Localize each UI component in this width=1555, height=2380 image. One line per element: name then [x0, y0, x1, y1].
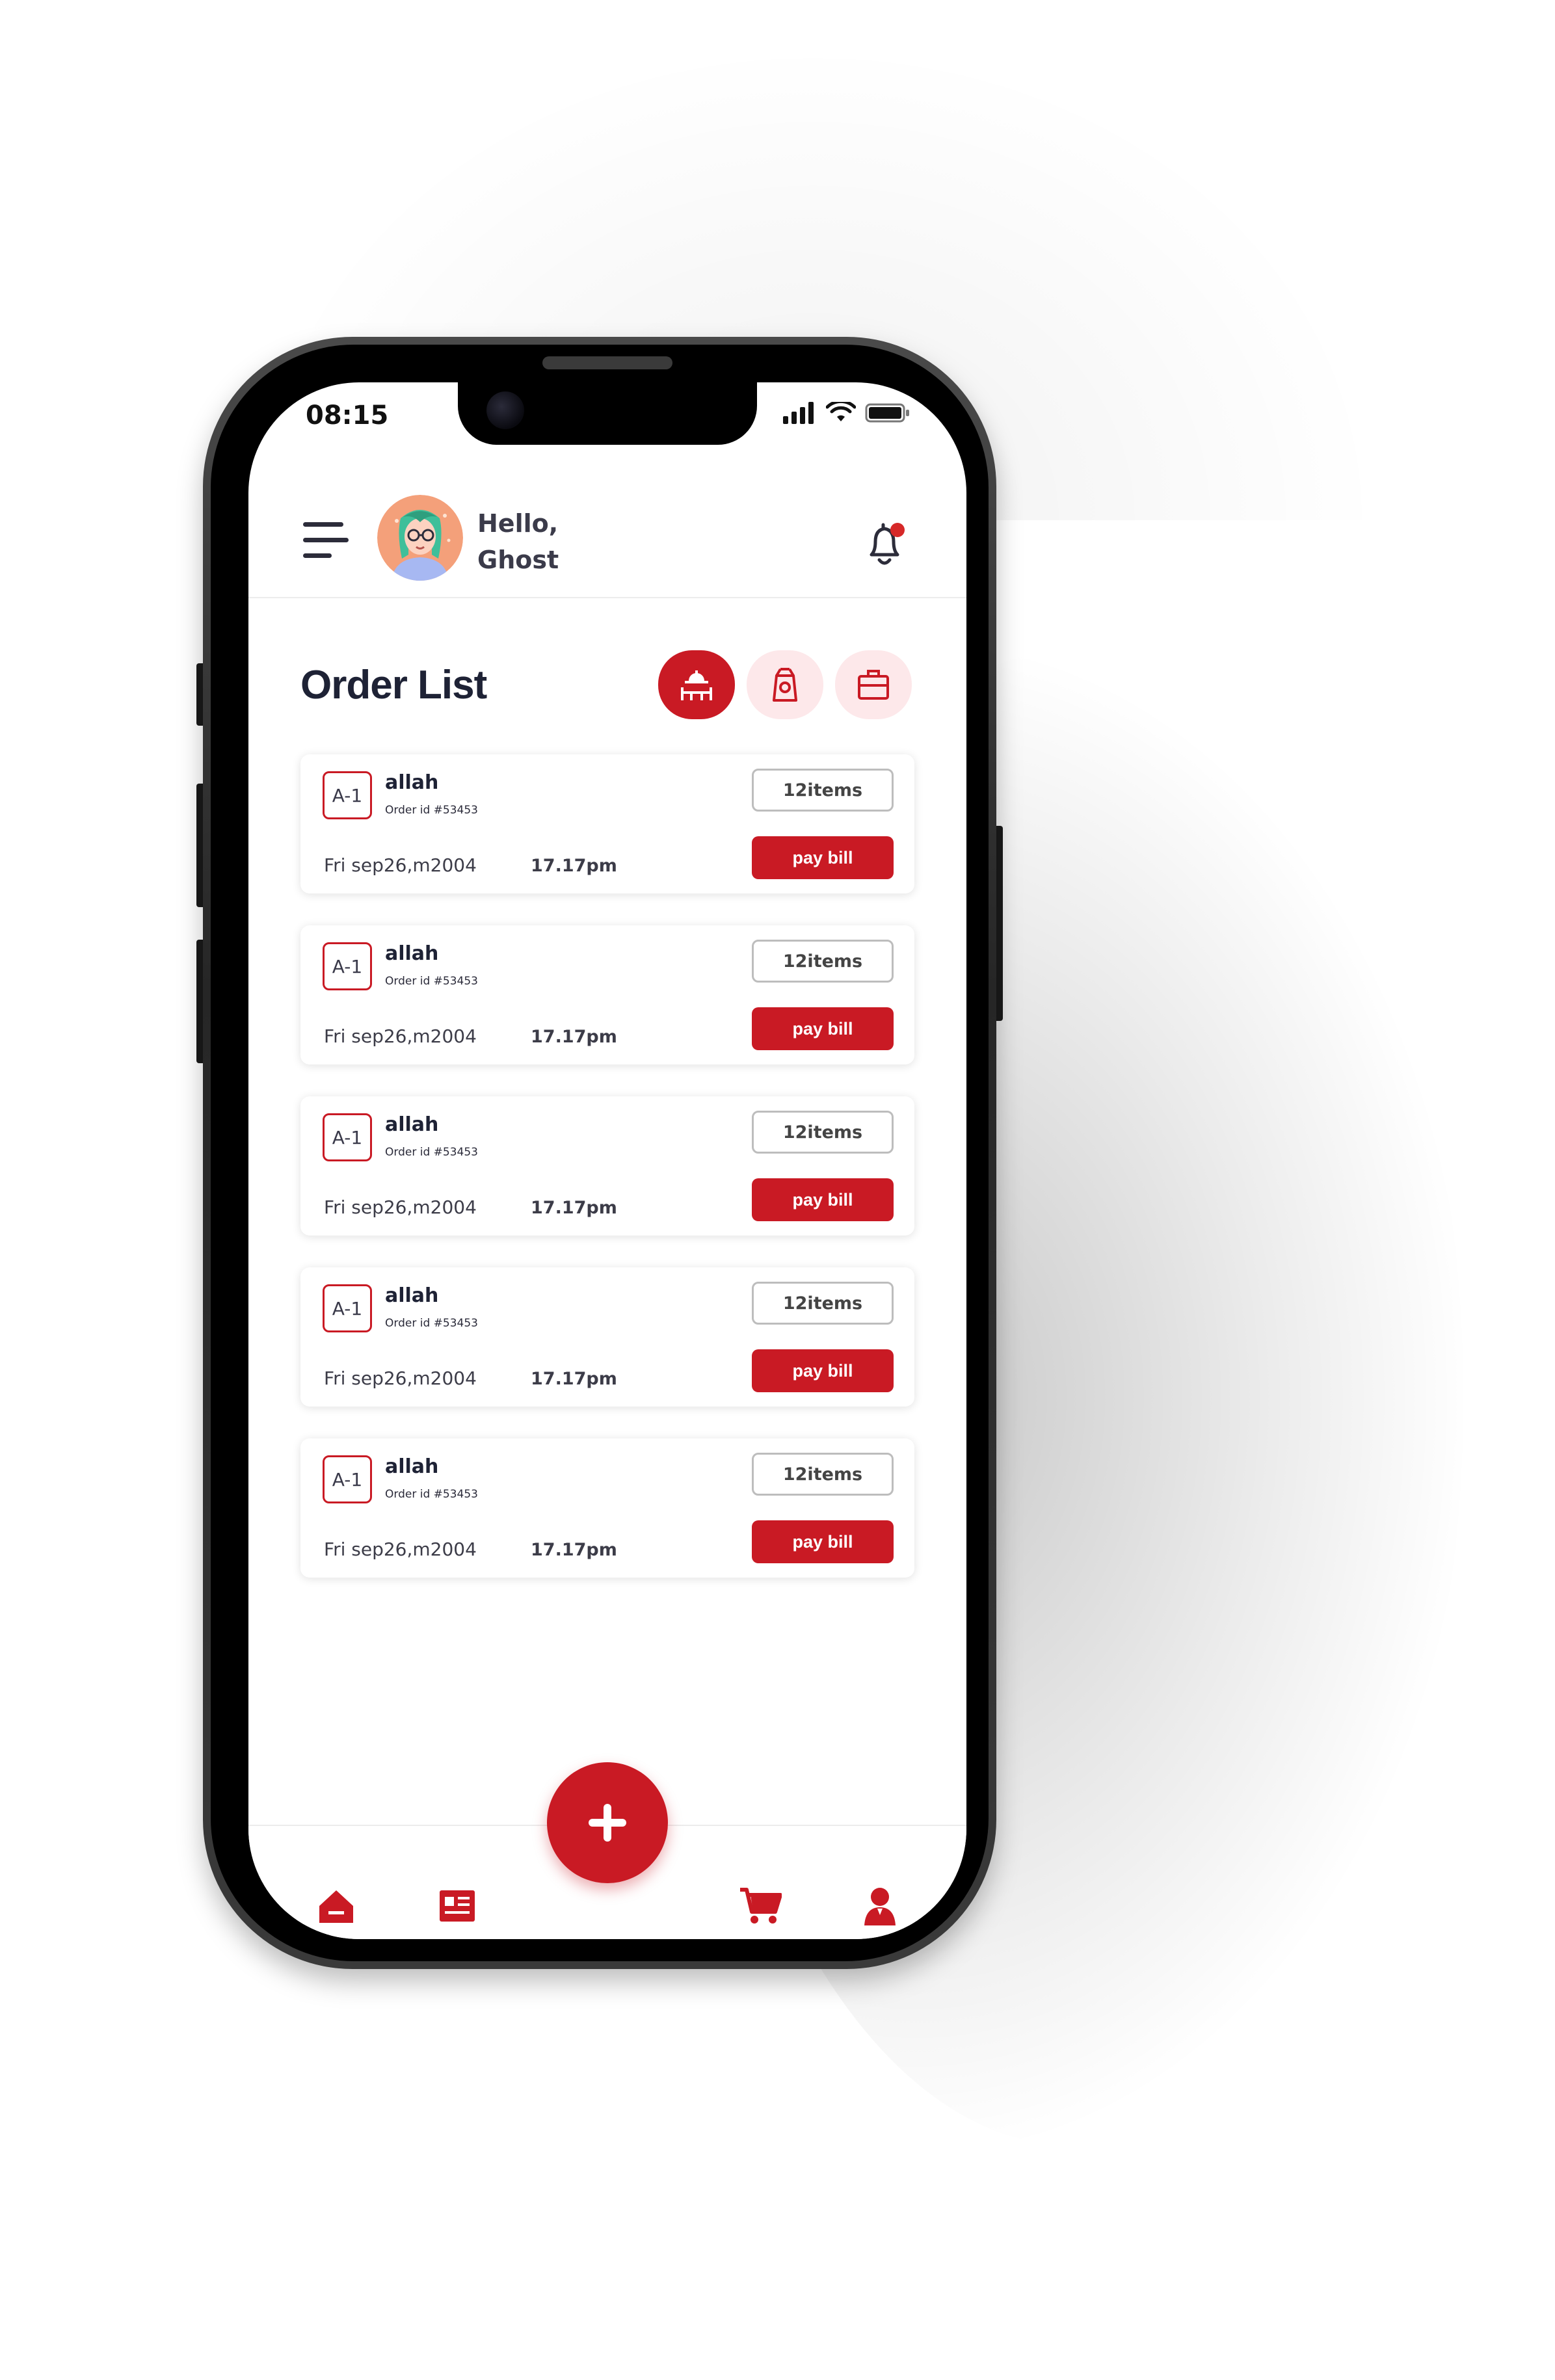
order-time: 17.17pm: [531, 1027, 617, 1047]
order-id: Order id #53453: [385, 1317, 478, 1330]
nav-profile-icon[interactable]: [857, 1883, 903, 1929]
order-date: Fri sep26,m2004: [324, 1539, 477, 1560]
avatar-illustration: [377, 495, 463, 581]
table-tag: A-1: [323, 1284, 372, 1332]
status-icons: [783, 402, 910, 424]
table-tag: A-1: [323, 1113, 372, 1161]
greeting-hello: Hello,: [477, 509, 559, 538]
order-id: Order id #53453: [385, 804, 478, 817]
signal-icon: [783, 402, 814, 424]
avatar[interactable]: [377, 495, 463, 581]
order-time: 17.17pm: [531, 856, 617, 876]
hamburger-menu-icon[interactable]: [303, 522, 349, 561]
items-count-badge: 12items: [752, 940, 894, 983]
pay-bill-button[interactable]: pay bill: [752, 1178, 894, 1221]
order-time: 17.17pm: [531, 1369, 617, 1389]
items-count-badge: 12items: [752, 769, 894, 812]
page-title: Order List: [300, 663, 487, 707]
greeting: Hello, Ghost: [477, 505, 559, 578]
phone-frame: 08:15 Hello, Ghost Order List A-1 allah …: [203, 337, 996, 1969]
speaker-grille: [542, 356, 672, 369]
filter-takeaway-button[interactable]: [747, 650, 823, 719]
nav-orders-list-icon[interactable]: [434, 1883, 480, 1929]
customer-name: allah: [385, 942, 439, 965]
customer-name: allah: [385, 1455, 439, 1478]
items-count-badge: 12items: [752, 1453, 894, 1496]
order-card[interactable]: A-1 allah Order id #53453 12items Fri se…: [300, 754, 914, 893]
table-tag: A-1: [323, 942, 372, 990]
app-header: Hello, Ghost: [248, 483, 966, 598]
nav-home-icon[interactable]: [313, 1883, 359, 1929]
order-card[interactable]: A-1 allah Order id #53453 12items Fri se…: [300, 1096, 914, 1236]
order-id: Order id #53453: [385, 975, 478, 988]
order-id: Order id #53453: [385, 1488, 478, 1501]
status-time: 08:15: [306, 401, 389, 430]
order-time: 17.17pm: [531, 1540, 617, 1560]
takeaway-bag-icon: [773, 668, 797, 702]
pay-bill-button[interactable]: pay bill: [752, 1007, 894, 1050]
customer-name: allah: [385, 771, 439, 794]
order-date: Fri sep26,m2004: [324, 1368, 477, 1389]
dine-in-icon: [681, 670, 712, 700]
filter-dine-in-button[interactable]: [658, 650, 735, 719]
nav-cart-icon[interactable]: [738, 1883, 783, 1929]
pay-bill-button[interactable]: pay bill: [752, 836, 894, 879]
plus-icon: [589, 1804, 626, 1842]
front-camera: [486, 391, 524, 429]
notch: [458, 382, 757, 445]
order-type-filters: [658, 650, 912, 719]
pay-bill-button[interactable]: pay bill: [752, 1520, 894, 1563]
order-card[interactable]: A-1 allah Order id #53453 12items Fri se…: [300, 1267, 914, 1407]
items-count-badge: 12items: [752, 1111, 894, 1154]
pay-bill-button[interactable]: pay bill: [752, 1349, 894, 1392]
delivery-box-icon: [858, 670, 889, 700]
battery-icon: [865, 403, 909, 423]
order-card[interactable]: A-1 allah Order id #53453 12items Fri se…: [300, 1438, 914, 1578]
customer-name: allah: [385, 1284, 439, 1307]
order-date: Fri sep26,m2004: [324, 1197, 477, 1218]
order-date: Fri sep26,m2004: [324, 1025, 477, 1047]
notification-bell-icon[interactable]: [864, 521, 907, 569]
customer-name: allah: [385, 1113, 439, 1136]
items-count-badge: 12items: [752, 1282, 894, 1325]
add-order-button[interactable]: [547, 1762, 668, 1883]
wifi-icon: [826, 402, 856, 421]
table-tag: A-1: [323, 1455, 372, 1503]
order-list: A-1 allah Order id #53453 12items Fri se…: [300, 754, 914, 1609]
order-id: Order id #53453: [385, 1146, 478, 1159]
app-screen: 08:15 Hello, Ghost Order List A-1 allah …: [248, 382, 966, 1939]
order-card[interactable]: A-1 allah Order id #53453 12items Fri se…: [300, 925, 914, 1064]
greeting-user-name: Ghost: [477, 546, 559, 574]
table-tag: A-1: [323, 771, 372, 819]
order-date: Fri sep26,m2004: [324, 854, 477, 876]
filter-delivery-button[interactable]: [835, 650, 912, 719]
order-time: 17.17pm: [531, 1198, 617, 1218]
